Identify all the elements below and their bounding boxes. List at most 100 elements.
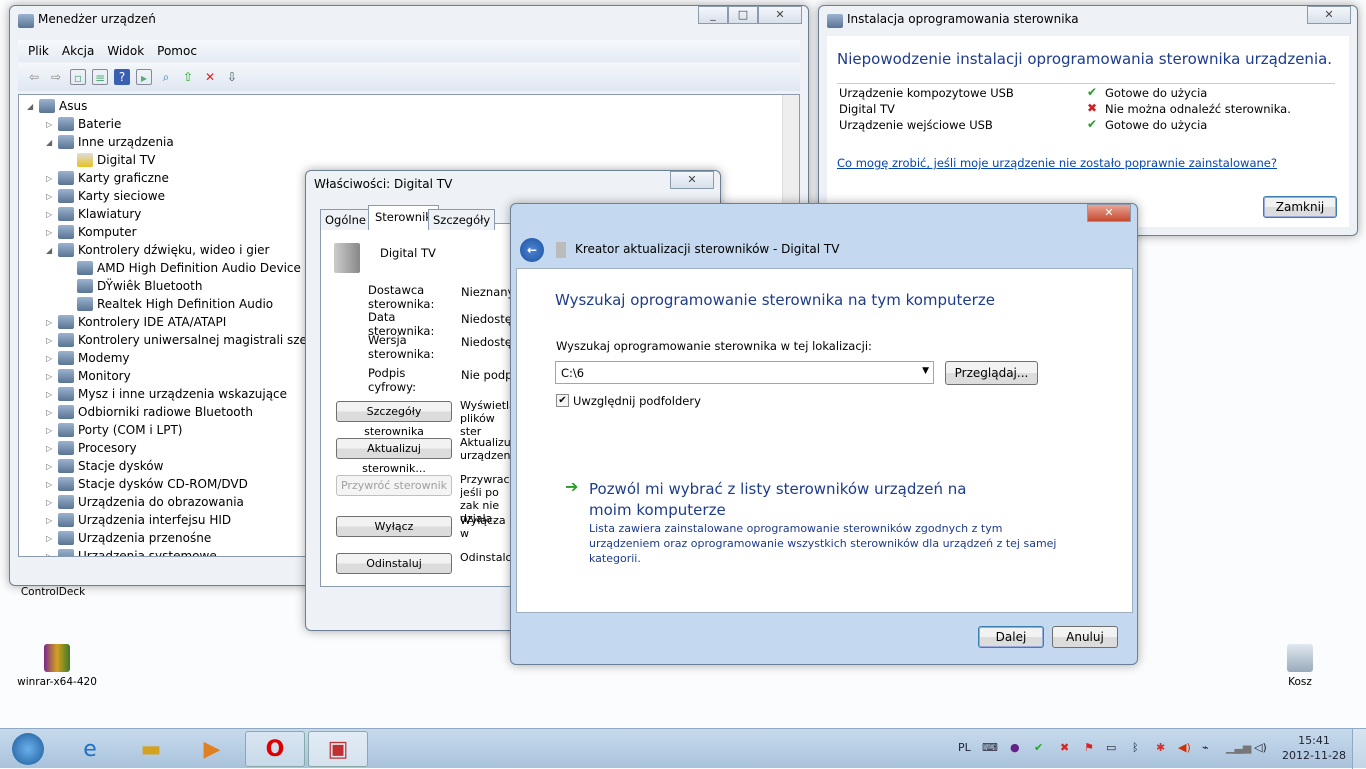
tree-item[interactable]: ▷ Mysz i inne urządzenia wskazujące: [46, 385, 287, 403]
collapsed-arrow-icon[interactable]: ▷: [46, 336, 54, 345]
close-button[interactable]: ✕: [1307, 6, 1351, 24]
scan-hardware-icon[interactable]: ⌕: [158, 69, 174, 85]
tree-item[interactable]: ▷ Porty (COM i LPT): [46, 421, 182, 439]
taskbar-windows-explorer[interactable]: ▬: [121, 731, 181, 767]
collapsed-arrow-icon[interactable]: ▷: [46, 462, 54, 471]
location-combobox[interactable]: C:\6 ▼: [555, 361, 934, 384]
collapsed-arrow-icon[interactable]: ▷: [46, 444, 54, 453]
close-button[interactable]: ✕: [758, 6, 802, 24]
taskbar-internet-explorer[interactable]: e: [60, 731, 120, 767]
tree-item[interactable]: ▷ Karty sieciowe: [46, 187, 165, 205]
collapsed-arrow-icon[interactable]: ▷: [46, 516, 54, 525]
collapsed-arrow-icon[interactable]: ▷: [46, 534, 54, 543]
disable-device-icon[interactable]: ✕: [202, 69, 218, 85]
clock[interactable]: 15:41 2012-11-28: [1278, 733, 1350, 763]
start-button[interactable]: [0, 731, 56, 767]
tree-item[interactable]: Digital TV: [65, 151, 155, 169]
taskbar-opera[interactable]: O: [245, 731, 305, 767]
power-icon[interactable]: ⌁: [1202, 741, 1209, 754]
action-center-icon[interactable]: ⚑: [1084, 741, 1094, 754]
tree-item[interactable]: ▷ Urządzenia interfejsu HID: [46, 511, 231, 529]
collapsed-arrow-icon[interactable]: ▷: [46, 354, 54, 363]
tree-item[interactable]: ▷ Modemy: [46, 349, 130, 367]
choose-from-list-link[interactable]: Pozwól mi wybrać z listy sterowników urz…: [589, 479, 1009, 521]
collapsed-arrow-icon[interactable]: ▷: [46, 192, 54, 201]
keyboard-icon[interactable]: ⌨: [982, 741, 998, 754]
tree-item[interactable]: ▷ Monitory: [46, 367, 131, 385]
menu-widok[interactable]: Widok: [107, 44, 144, 58]
tree-item[interactable]: Realtek High Definition Audio: [65, 295, 273, 313]
close-button[interactable]: ✕: [1087, 204, 1131, 222]
tree-item[interactable]: ◢ Inne urządzenia: [46, 133, 174, 151]
expanded-arrow-icon[interactable]: ◢: [46, 246, 54, 255]
collapsed-arrow-icon[interactable]: ▷: [46, 390, 54, 399]
browse-button[interactable]: Przeglądaj...: [945, 361, 1038, 385]
tree-item[interactable]: AMD High Definition Audio Device: [65, 259, 301, 277]
tree-item[interactable]: ▷ Odbiorniki radiowe Bluetooth: [46, 403, 253, 421]
desktop-icon-winrar[interactable]: winrar-x64-420: [12, 644, 102, 688]
menu-pomoc[interactable]: Pomoc: [157, 44, 197, 58]
volume-icon[interactable]: ◁): [1254, 741, 1267, 754]
language-indicator[interactable]: PL: [958, 741, 971, 754]
speaker-red-icon[interactable]: ◀): [1178, 741, 1191, 754]
driver-action-button[interactable]: Odinstaluj: [336, 553, 452, 574]
taskbar-media-player[interactable]: ▶: [182, 731, 242, 767]
show-desktop-button[interactable]: [1352, 729, 1366, 769]
menu-plik[interactable]: Plik: [28, 44, 49, 58]
collapsed-arrow-icon[interactable]: ▷: [46, 228, 54, 237]
collapsed-arrow-icon[interactable]: ▷: [46, 174, 54, 183]
tree-item[interactable]: ▷ Karty graficzne: [46, 169, 169, 187]
collapsed-arrow-icon[interactable]: ▷: [46, 372, 54, 381]
minimize-button[interactable]: _: [698, 6, 728, 24]
usb-ok-icon[interactable]: ✔: [1034, 741, 1043, 754]
collapsed-arrow-icon[interactable]: ▷: [46, 408, 54, 417]
taskbar-device-manager[interactable]: ▣: [308, 731, 368, 767]
collapsed-arrow-icon[interactable]: ▷: [46, 120, 54, 129]
driver-action-button[interactable]: Przywróć sterownik: [336, 475, 452, 496]
network-signal-icon[interactable]: ▁▃▅: [1226, 741, 1251, 754]
next-button[interactable]: Dalej: [978, 626, 1044, 648]
tree-item[interactable]: ▷ Baterie: [46, 115, 121, 133]
driver-action-button[interactable]: Wyłącz: [336, 516, 452, 537]
tree-item[interactable]: ▷ Urządzenia przenośne: [46, 529, 211, 547]
forward-icon[interactable]: ⇨: [48, 69, 64, 85]
dropdown-arrow-icon[interactable]: ▼: [922, 366, 929, 376]
device-error-icon[interactable]: ✖: [1060, 741, 1069, 754]
help-icon[interactable]: ?: [114, 69, 130, 85]
subfolders-checkbox[interactable]: ✔: [556, 394, 569, 407]
driver-action-button[interactable]: Aktualizuj sterownik...: [336, 438, 452, 475]
desktop-icon-recycle-bin[interactable]: Kosz: [1280, 644, 1320, 688]
expanded-arrow-icon[interactable]: ◢: [46, 138, 54, 147]
tray-app-icon[interactable]: ●: [1010, 741, 1020, 754]
tree-item[interactable]: ▷ Procesory: [46, 439, 137, 457]
desktop-icon-controldeck[interactable]: ControlDeck: [18, 586, 88, 598]
tab-szczegoly[interactable]: Szczegóły: [428, 209, 496, 230]
update-driver-icon[interactable]: ⇧: [180, 69, 196, 85]
tab-ogolne[interactable]: Ogólne: [320, 209, 371, 230]
close-dialog-button[interactable]: Zamknij: [1263, 196, 1337, 218]
cancel-button[interactable]: Anuluj: [1052, 626, 1118, 648]
tree-item[interactable]: ▷ Stacje dysków: [46, 457, 163, 475]
tree-item[interactable]: ▷ Urządzenia systemowe: [46, 547, 217, 556]
action-pane-icon[interactable]: ▸: [136, 69, 152, 85]
tray-red-icon[interactable]: ✱: [1156, 741, 1165, 754]
tree-item[interactable]: ◢ Kontrolery dźwięku, wideo i gier: [46, 241, 269, 259]
tree-item[interactable]: ◢ Asus: [27, 97, 87, 115]
menu-akcja[interactable]: Akcja: [62, 44, 94, 58]
help-link[interactable]: Co mogę zrobić, jeśli moje urządzenie ni…: [837, 156, 1277, 170]
tree-item[interactable]: ▷ Kontrolery IDE ATA/ATAPI: [46, 313, 226, 331]
tree-item[interactable]: ▷ Klawiatury: [46, 205, 141, 223]
back-icon[interactable]: ⇦: [26, 69, 42, 85]
collapsed-arrow-icon[interactable]: ▷: [46, 318, 54, 327]
properties-icon[interactable]: ≡: [92, 69, 108, 85]
tree-item[interactable]: ▷ Stacje dysków CD-ROM/DVD: [46, 475, 248, 493]
bluetooth-icon[interactable]: ᛒ: [1132, 741, 1139, 754]
show-hide-console-tree-icon[interactable]: ▫: [70, 69, 86, 85]
tree-item[interactable]: ▷ Urządzenia do obrazowania: [46, 493, 244, 511]
close-button[interactable]: ✕: [670, 171, 714, 189]
collapsed-arrow-icon[interactable]: ▷: [46, 498, 54, 507]
collapsed-arrow-icon[interactable]: ▷: [46, 480, 54, 489]
tree-item[interactable]: DŸwiêk Bluetooth: [65, 277, 202, 295]
driver-action-button[interactable]: Szczegóły sterownika: [336, 401, 452, 438]
collapsed-arrow-icon[interactable]: ▷: [46, 210, 54, 219]
